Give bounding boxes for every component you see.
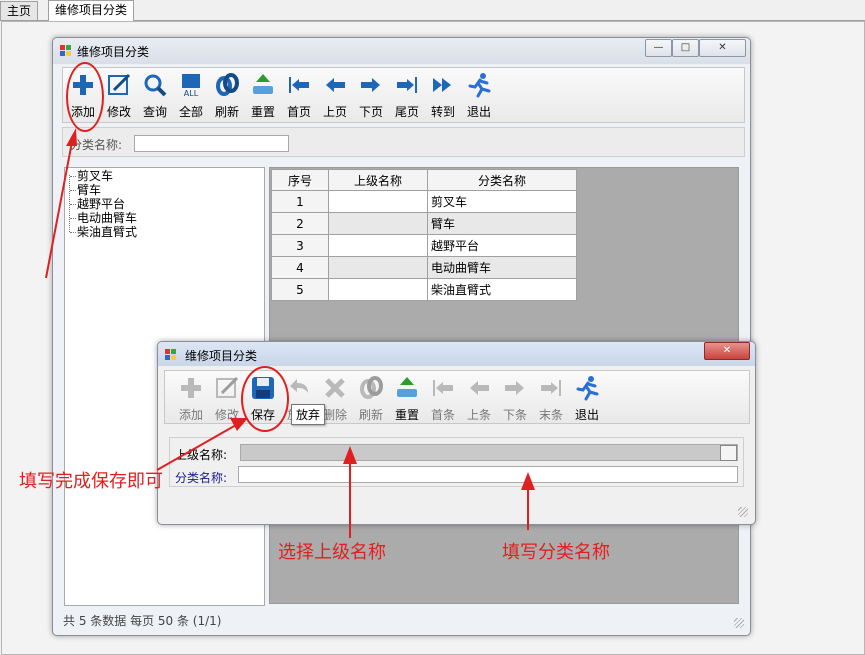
annotation-fill-save: 填写完成保存即可	[19, 471, 163, 492]
annotation-fill-name: 填写分类名称	[502, 542, 610, 563]
annotation-select-parent: 选择上级名称	[278, 542, 386, 563]
annotation-arrows	[45, 128, 535, 538]
